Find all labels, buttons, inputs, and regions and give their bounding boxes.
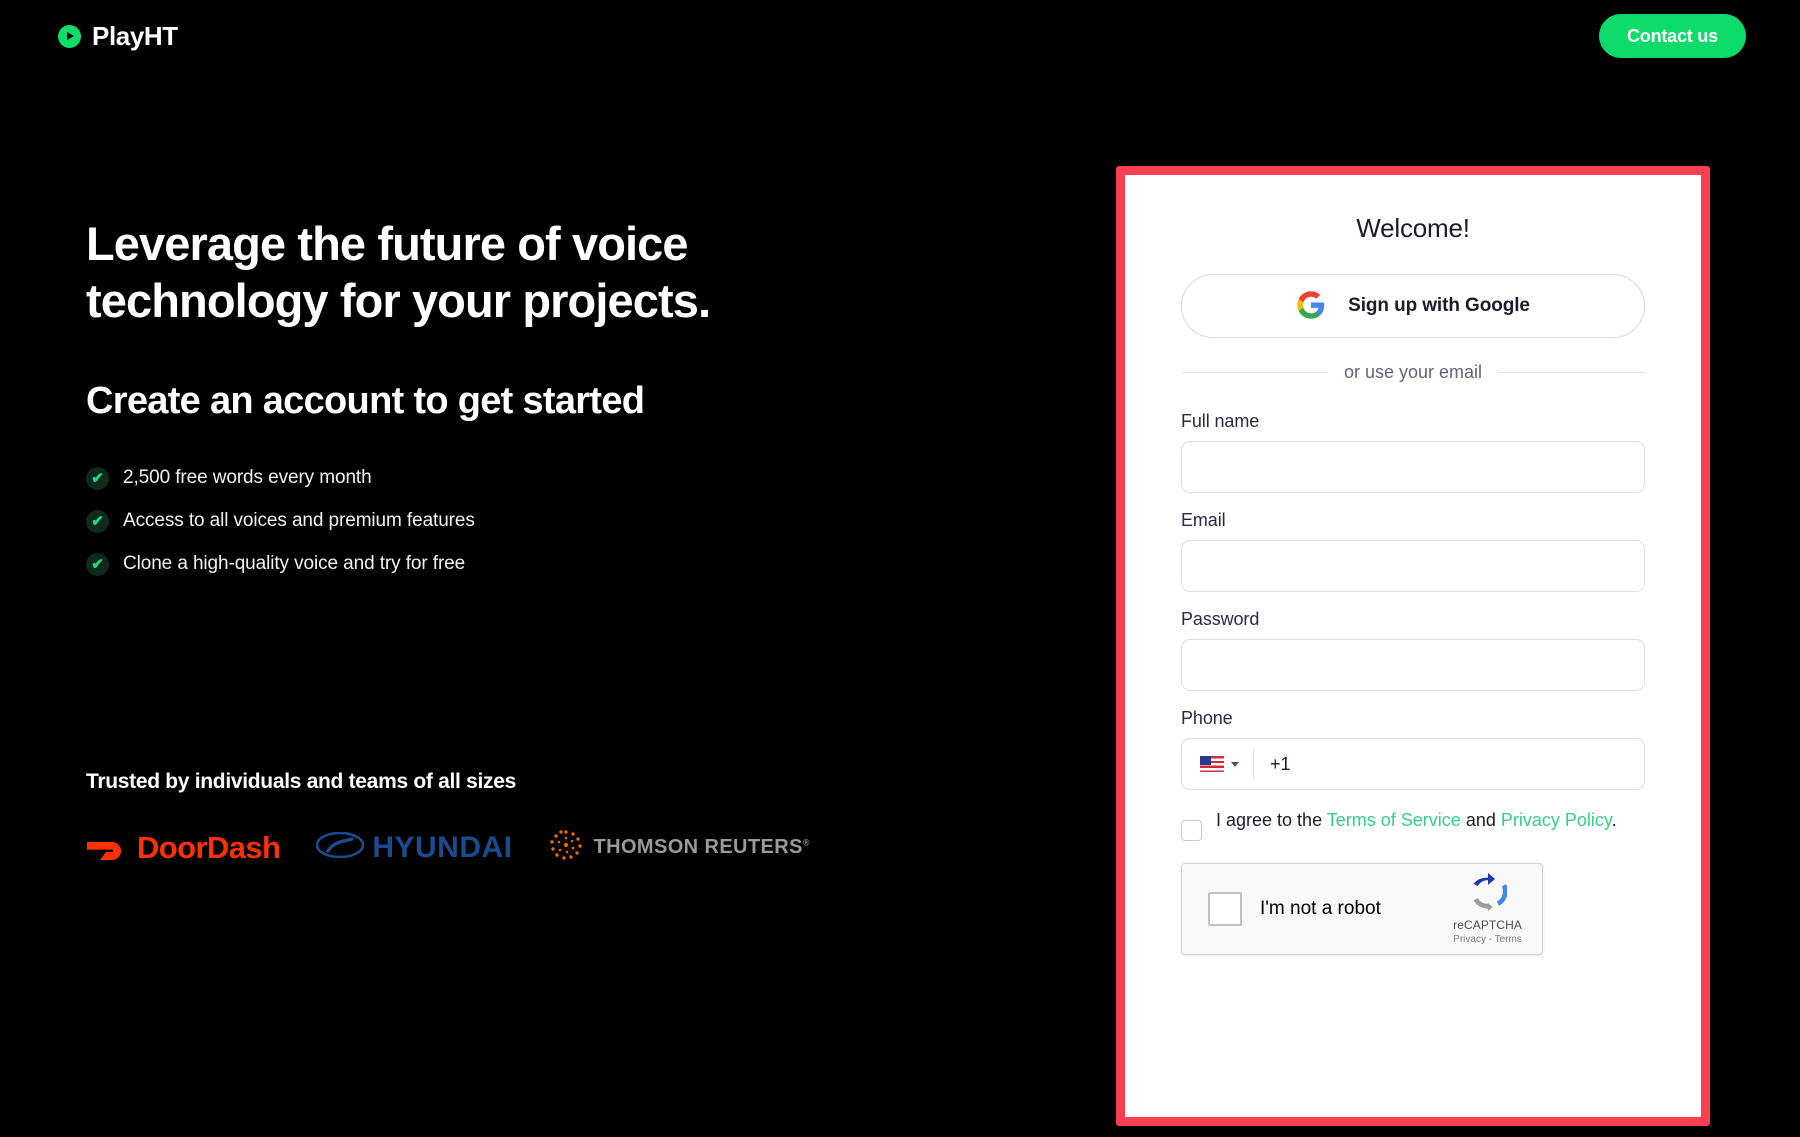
recaptcha-branding: reCAPTCHA Privacy - Terms [1453, 873, 1522, 945]
hyundai-wordmark: HYUNDAI [372, 830, 513, 864]
thomson-reuters-mark-icon [549, 828, 583, 867]
full-name-input[interactable] [1181, 441, 1645, 493]
list-item: ✔ 2,500 free words every month [86, 466, 906, 490]
list-item: ✔ Access to all voices and premium featu… [86, 509, 906, 533]
terms-agreement-row: I agree to the Terms of Service and Priv… [1181, 808, 1645, 841]
doordash-wordmark: DoorDash [137, 829, 281, 865]
phone-input-row[interactable]: +1 [1181, 738, 1645, 790]
page-header: PlayHT Contact us [0, 0, 1800, 72]
check-icon: ✔ [86, 509, 109, 533]
recaptcha-legal-links[interactable]: Privacy - Terms [1453, 934, 1522, 945]
play-circle-icon [58, 24, 81, 48]
divider-label: or use your email [1343, 362, 1483, 382]
terms-prefix: I agree to the [1216, 810, 1327, 830]
terms-middle: and [1460, 810, 1501, 830]
partner-logos: DoorDash HYUNDAI THOMSON REUTERS® [86, 828, 906, 867]
google-button-label: Sign up with Google [1348, 295, 1530, 316]
email-label: Email [1181, 510, 1226, 530]
benefit-label: 2,500 free words every month [123, 467, 372, 489]
terms-suffix: . [1611, 810, 1617, 830]
contact-us-button[interactable]: Contact us [1598, 14, 1746, 58]
page-title: Leverage the future of voice technology … [86, 217, 711, 328]
benefit-label: Access to all voices and premium feature… [123, 510, 475, 532]
us-flag-icon [1200, 756, 1224, 772]
sign-up-with-google-button[interactable]: Sign up with Google [1181, 274, 1645, 338]
recaptcha-brand-name: reCAPTCHA [1453, 918, 1522, 932]
recaptcha-widget[interactable]: I'm not a robot reCAPTCHA Privacy - Term… [1181, 863, 1543, 955]
recaptcha-logo-icon [1469, 873, 1508, 916]
password-field-group: Password [1181, 609, 1645, 691]
recaptcha-checkbox[interactable] [1208, 892, 1242, 926]
trusted-by-section: Trusted by individuals and teams of all … [86, 770, 906, 867]
brand-name: PlayHT [92, 20, 178, 51]
terms-of-service-link[interactable]: Terms of Service [1327, 810, 1461, 830]
google-g-icon [1296, 290, 1326, 323]
terms-checkbox[interactable] [1181, 820, 1202, 841]
check-icon: ✔ [86, 466, 109, 490]
hyundai-mark-icon [316, 831, 365, 863]
privacy-policy-link[interactable]: Privacy Policy [1501, 810, 1612, 830]
thomson-reuters-wordmark: THOMSON REUTERS® [593, 836, 810, 858]
full-name-label: Full name [1181, 411, 1260, 431]
trusted-by-title: Trusted by individuals and teams of all … [86, 770, 516, 793]
divider-line-right [1498, 372, 1645, 373]
signup-card: Welcome! Sign up with Google or use your… [1116, 166, 1710, 1126]
terms-text: I agree to the Terms of Service and Priv… [1216, 808, 1617, 834]
hyundai-logo: HYUNDAI [316, 831, 512, 865]
recaptcha-label: I'm not a robot [1260, 898, 1381, 919]
phone-dial-code: +1 [1270, 753, 1291, 774]
list-item: ✔ Clone a high-quality voice and try for… [86, 552, 906, 576]
hero-subhead: Create an account to get started [86, 379, 645, 422]
hero-section: Leverage the future of voice technology … [86, 215, 906, 576]
phone-label: Phone [1181, 708, 1233, 728]
email-divider: or use your email [1181, 362, 1645, 383]
doordash-mark-icon [86, 835, 128, 861]
signup-title: Welcome! [1356, 213, 1470, 243]
password-label: Password [1181, 609, 1260, 629]
full-name-field-group: Full name [1181, 411, 1645, 493]
thomson-reuters-logo: THOMSON REUTERS® [549, 828, 810, 867]
signup-page: PlayHT Contact us Leverage the future of… [0, 0, 1800, 1137]
email-field-group: Email [1181, 510, 1645, 592]
doordash-logo: DoorDash [86, 829, 281, 866]
password-input[interactable] [1181, 639, 1645, 691]
divider-line-left [1181, 372, 1328, 373]
email-input[interactable] [1181, 540, 1645, 592]
benefit-label: Clone a high-quality voice and try for f… [123, 553, 466, 575]
benefits-list: ✔ 2,500 free words every month ✔ Access … [86, 466, 906, 576]
chevron-down-icon [1231, 761, 1239, 767]
check-icon: ✔ [86, 552, 109, 576]
country-code-select[interactable] [1182, 739, 1253, 789]
brand-logo[interactable]: PlayHT [58, 21, 178, 52]
phone-field-group: Phone +1 [1181, 708, 1645, 790]
